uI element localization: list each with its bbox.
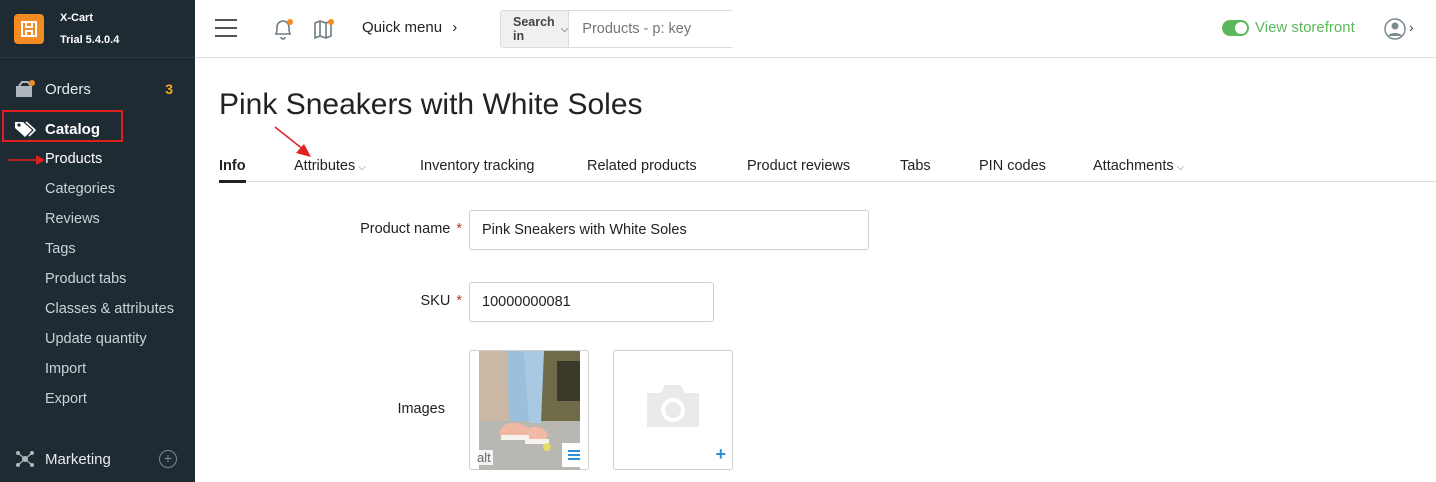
product-tabs: Info Attributes ⌵ Inventory tracking Rela… [219, 156, 1436, 183]
search-input[interactable] [569, 11, 770, 47]
page-title: Pink Sneakers with White Soles [219, 88, 643, 121]
red-arrow-annotation-icon [8, 155, 45, 165]
sidebar-item-import[interactable]: Import [45, 361, 86, 377]
tab-attachments[interactable]: Attachments ⌵ [1093, 158, 1184, 174]
image-menu-icon[interactable] [562, 443, 586, 467]
sku-input[interactable] [469, 282, 714, 322]
image-alt-label[interactable]: alt [475, 450, 493, 465]
tab-tabs[interactable]: Tabs [900, 158, 931, 174]
tab-label: Attributes [294, 158, 356, 174]
tab-product-reviews[interactable]: Product reviews [747, 158, 850, 174]
top-header: Quick menu › Search in ⌵ View storefront… [195, 0, 1436, 58]
chevron-down-icon: ⌵ [358, 162, 366, 173]
storefront-label: View storefront [1255, 19, 1355, 36]
product-name-label: Product name * [330, 221, 462, 237]
sidebar-item-label: Orders [45, 80, 91, 98]
user-avatar-icon[interactable] [1384, 18, 1406, 40]
quick-menu-label: Quick menu [362, 19, 443, 36]
required-mark: * [456, 293, 462, 309]
brand-version: Trial 5.4.0.4 [60, 33, 120, 46]
sidebar-item-label: Marketing [45, 450, 111, 468]
search-in-dropdown[interactable]: Search in ⌵ [501, 11, 570, 47]
sitemap-icon[interactable] [312, 17, 336, 41]
sku-label: SKU * [330, 293, 462, 309]
storefront-toggle[interactable] [1222, 19, 1249, 36]
sidebar-item-label: Catalog [45, 120, 101, 138]
chevron-down-icon: ⌵ [560, 23, 569, 35]
add-image-plus-icon[interactable]: + [715, 444, 726, 465]
tab-pin-codes[interactable]: PIN codes [979, 158, 1046, 174]
tab-related-products[interactable]: Related products [587, 158, 697, 174]
sidebar: X-Cart Trial 5.4.0.4 Orders 3 Catalog Pr… [0, 0, 195, 482]
sidebar-item-orders[interactable]: Orders 3 [0, 74, 195, 104]
sidebar-item-categories[interactable]: Categories [45, 181, 115, 197]
images-label: Images [397, 401, 445, 417]
sidebar-item-products[interactable]: Products [45, 151, 102, 167]
chevron-right-icon: › [452, 19, 458, 36]
xcart-logo-icon [14, 13, 44, 44]
brand[interactable]: X-Cart Trial 5.4.0.4 [0, 0, 195, 58]
sidebar-item-reviews[interactable]: Reviews [45, 211, 100, 227]
sidebar-item-update-quantity[interactable]: Update quantity [45, 331, 147, 347]
orders-count-badge: 3 [165, 81, 173, 97]
app-root: X-Cart Trial 5.4.0.4 Orders 3 Catalog Pr… [0, 0, 1436, 482]
tab-inventory-tracking[interactable]: Inventory tracking [420, 158, 534, 174]
camera-icon [647, 385, 699, 427]
orders-icon [14, 78, 36, 100]
search-box: Search in ⌵ [500, 10, 770, 48]
chevron-right-icon[interactable]: › [1409, 19, 1414, 35]
sidebar-item-export[interactable]: Export [45, 391, 87, 407]
search-in-label: Search in [513, 15, 555, 43]
marketing-icon [14, 448, 36, 470]
add-image-box[interactable]: + [613, 350, 733, 470]
brand-text: X-Cart Trial 5.4.0.4 [60, 7, 119, 51]
sidebar-item-tags[interactable]: Tags [45, 241, 76, 257]
quick-menu-button[interactable]: Quick menu › [362, 19, 457, 36]
chevron-down-icon: ⌵ [1176, 162, 1185, 173]
tags-icon [14, 118, 36, 140]
sidebar-item-product-tabs[interactable]: Product tabs [45, 271, 126, 287]
tab-label: Attachments [1093, 158, 1174, 174]
product-image-thumbnail[interactable]: alt [469, 350, 589, 470]
product-name-label-text: Product name [360, 221, 451, 237]
sidebar-item-classes-attributes[interactable]: Classes & attributes [45, 301, 174, 317]
tab-info[interactable]: Info [219, 158, 246, 183]
sidebar-item-marketing[interactable]: Marketing + [0, 444, 195, 474]
brand-name: X-Cart [60, 11, 94, 24]
product-name-input[interactable] [469, 210, 869, 250]
sku-label-text: SKU [420, 293, 451, 309]
tab-attributes[interactable]: Attributes ⌵ [294, 158, 366, 174]
expand-plus-icon[interactable]: + [159, 450, 177, 468]
view-storefront-link[interactable]: View storefront [1222, 19, 1355, 36]
notifications-bell-icon[interactable] [272, 17, 294, 41]
red-arrow-annotation-icon [274, 126, 311, 157]
hamburger-menu-icon[interactable] [215, 19, 237, 37]
sidebar-item-catalog[interactable]: Catalog [0, 114, 195, 144]
required-mark: * [456, 221, 462, 237]
